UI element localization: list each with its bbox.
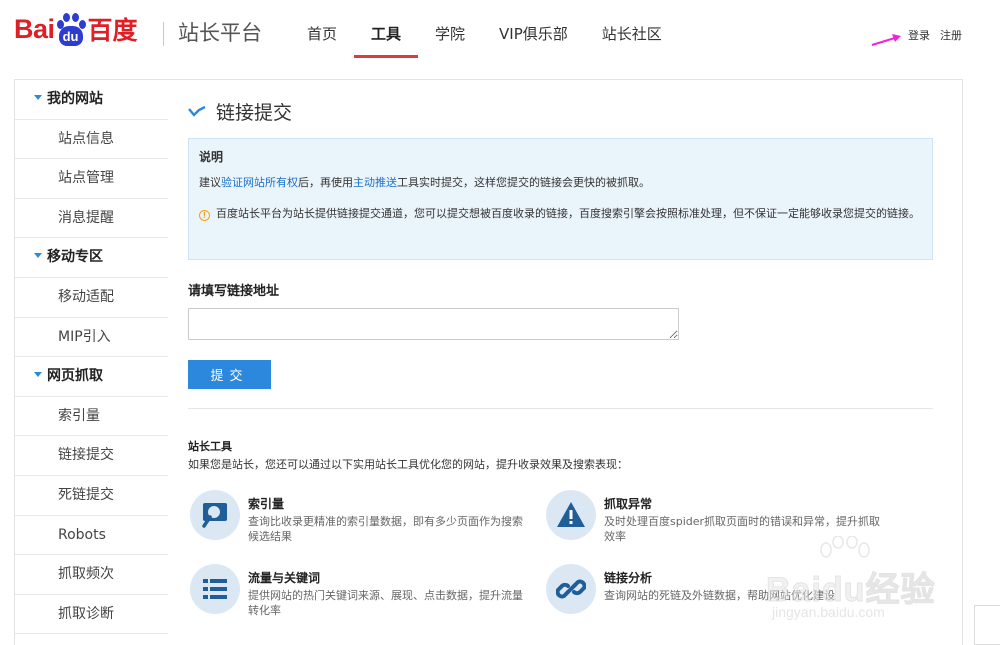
caret-down-icon [34, 95, 42, 100]
sidebar-item-site-info[interactable]: 站点信息 [15, 120, 168, 160]
logo-divider [163, 22, 164, 46]
tool-link-analysis[interactable]: 链接分析 查询网站的死链及外链数据，帮助网站优化建设 [546, 564, 876, 614]
nav-academy[interactable]: 学院 [418, 0, 482, 58]
product-name: 站长平台 [178, 21, 262, 45]
notice-title: 说明 [199, 150, 224, 164]
login-link[interactable]: 登录 [908, 27, 930, 43]
tool-desc: 查询网站的死链及外链数据，帮助网站优化建设 [604, 589, 835, 602]
page-title-text: 链接提交 [216, 102, 293, 124]
tool-name: 链接分析 [604, 571, 653, 585]
sidebar-group-label: 我的网站 [47, 91, 103, 107]
info-warning-icon: ! [199, 210, 210, 221]
sidebar-item-robots[interactable]: Robots [15, 516, 168, 556]
notice-line: 建议验证网站所有权后，再使用主动推送工具实时提交，这样您提交的链接会更快的被抓取… [199, 174, 922, 191]
tool-traffic-keywords[interactable]: 流量与关键词 提供网站的热门关键词来源、展现、点击数据，提升流量转化率 [190, 564, 523, 618]
auth-links: 登录 注册 [908, 27, 962, 43]
feedback-widget[interactable] [974, 605, 1000, 645]
notice-text: 后，再使用 [298, 176, 353, 189]
main-nav: 首页 工具 学院 VIP俱乐部 站长社区 [290, 0, 679, 58]
sidebar-group-label: 移动专区 [47, 249, 103, 266]
divider [188, 408, 933, 409]
nav-community[interactable]: 站长社区 [585, 0, 679, 58]
sidebar-item-mobile-adapt[interactable]: 移动适配 [15, 278, 168, 318]
page-title: 链接提交 [188, 98, 292, 125]
chevron-down-icon [188, 105, 206, 117]
tool-desc: 及时处理百度spider抓取页面时的错误和异常，提升抓取效率 [604, 515, 881, 543]
submit-button[interactable]: 提交 [188, 360, 271, 389]
tool-name: 索引量 [248, 497, 285, 511]
notice-box: 说明 建议验证网站所有权后，再使用主动推送工具实时提交，这样您提交的链接会更快的… [188, 138, 933, 260]
magnifier-icon [190, 490, 240, 540]
tools-section-title: 站长工具 [188, 440, 232, 453]
sidebar: 我的网站 站点信息 站点管理 消息提醒 移动专区 移动适配 MIP引入 网页抓取… [14, 79, 169, 645]
nav-tools[interactable]: 工具 [354, 0, 419, 58]
active-push-link[interactable]: 主动推送 [353, 176, 397, 189]
main-panel: 链接提交 说明 建议验证网站所有权后，再使用主动推送工具实时提交，这样您提交的链… [168, 79, 963, 645]
sidebar-item-link-submit[interactable]: 链接提交 [15, 436, 168, 476]
paw-icon: du [56, 12, 86, 46]
tool-crawl-errors[interactable]: 抓取异常 及时处理百度spider抓取页面时的错误和异常，提升抓取效率 [546, 490, 880, 544]
annotation-arrow-icon [871, 34, 901, 46]
notice-text: 建议 [199, 176, 221, 189]
sidebar-item-crawl-diagnosis[interactable]: 抓取诊断 [15, 595, 168, 635]
notice-text: 工具实时提交，这样您提交的链接会更快的被抓取。 [397, 176, 650, 189]
top-header: Bai du 百度 站长平台 首页 工具 学院 VIP俱乐部 站长社区 登录 注… [0, 0, 1000, 58]
notice-warning-text: 百度站长平台为站长提供链接提交通道，您可以提交想被百度收录的链接，百度搜索引擎会… [216, 207, 920, 220]
sidebar-group-label: 网页抓取 [47, 368, 103, 385]
nav-vip-club[interactable]: VIP俱乐部 [482, 0, 585, 58]
link-icon [546, 564, 596, 614]
register-link[interactable]: 注册 [940, 27, 962, 43]
tool-name: 流量与关键词 [248, 571, 321, 585]
sidebar-group-my-sites[interactable]: 我的网站 [15, 80, 168, 120]
warning-triangle-icon [546, 490, 596, 540]
sidebar-item-mip[interactable]: MIP引入 [15, 318, 168, 358]
nav-home[interactable]: 首页 [290, 0, 354, 58]
sidebar-item-dead-link[interactable]: 死链提交 [15, 476, 168, 516]
sidebar-item-index[interactable]: 索引量 [15, 397, 168, 437]
verify-ownership-link[interactable]: 验证网站所有权 [221, 176, 298, 189]
caret-down-icon [34, 372, 42, 378]
notice-warning: ! 百度站长平台为站长提供链接提交通道，您可以提交想被百度收录的链接，百度搜索引擎… [199, 205, 922, 223]
list-icon [190, 564, 240, 614]
sidebar-item-crawl-frequency[interactable]: 抓取频次 [15, 555, 168, 595]
sidebar-group-mobile[interactable]: 移动专区 [15, 238, 168, 278]
logo-paw-text: du [58, 26, 83, 46]
caret-down-icon [34, 253, 42, 259]
tools-section-desc: 如果您是站长，您还可以通过以下实用站长工具优化您的网站，提升收录效果及搜索表现： [188, 458, 628, 471]
tool-desc: 提供网站的热门关键词来源、展现、点击数据，提升流量转化率 [248, 589, 523, 617]
sidebar-group-crawl[interactable]: 网页抓取 [15, 357, 168, 397]
logo-text-bai: Bai [14, 13, 55, 44]
tool-desc: 查询比收录更精准的索引量数据，即有多少页面作为搜索候选结果 [248, 515, 523, 543]
tool-name: 抓取异常 [604, 497, 653, 511]
sidebar-item-messages[interactable]: 消息提醒 [15, 199, 168, 239]
tool-index-volume[interactable]: 索引量 查询比收录更精准的索引量数据，即有多少页面作为搜索候选结果 [190, 490, 523, 544]
logo-text-cn: 百度 [87, 16, 138, 45]
url-input[interactable] [188, 308, 679, 340]
baidu-logo[interactable]: Bai du 百度 [14, 6, 138, 52]
sidebar-item-site-manage[interactable]: 站点管理 [15, 159, 168, 199]
url-field-label: 请填写链接地址 [188, 284, 280, 299]
